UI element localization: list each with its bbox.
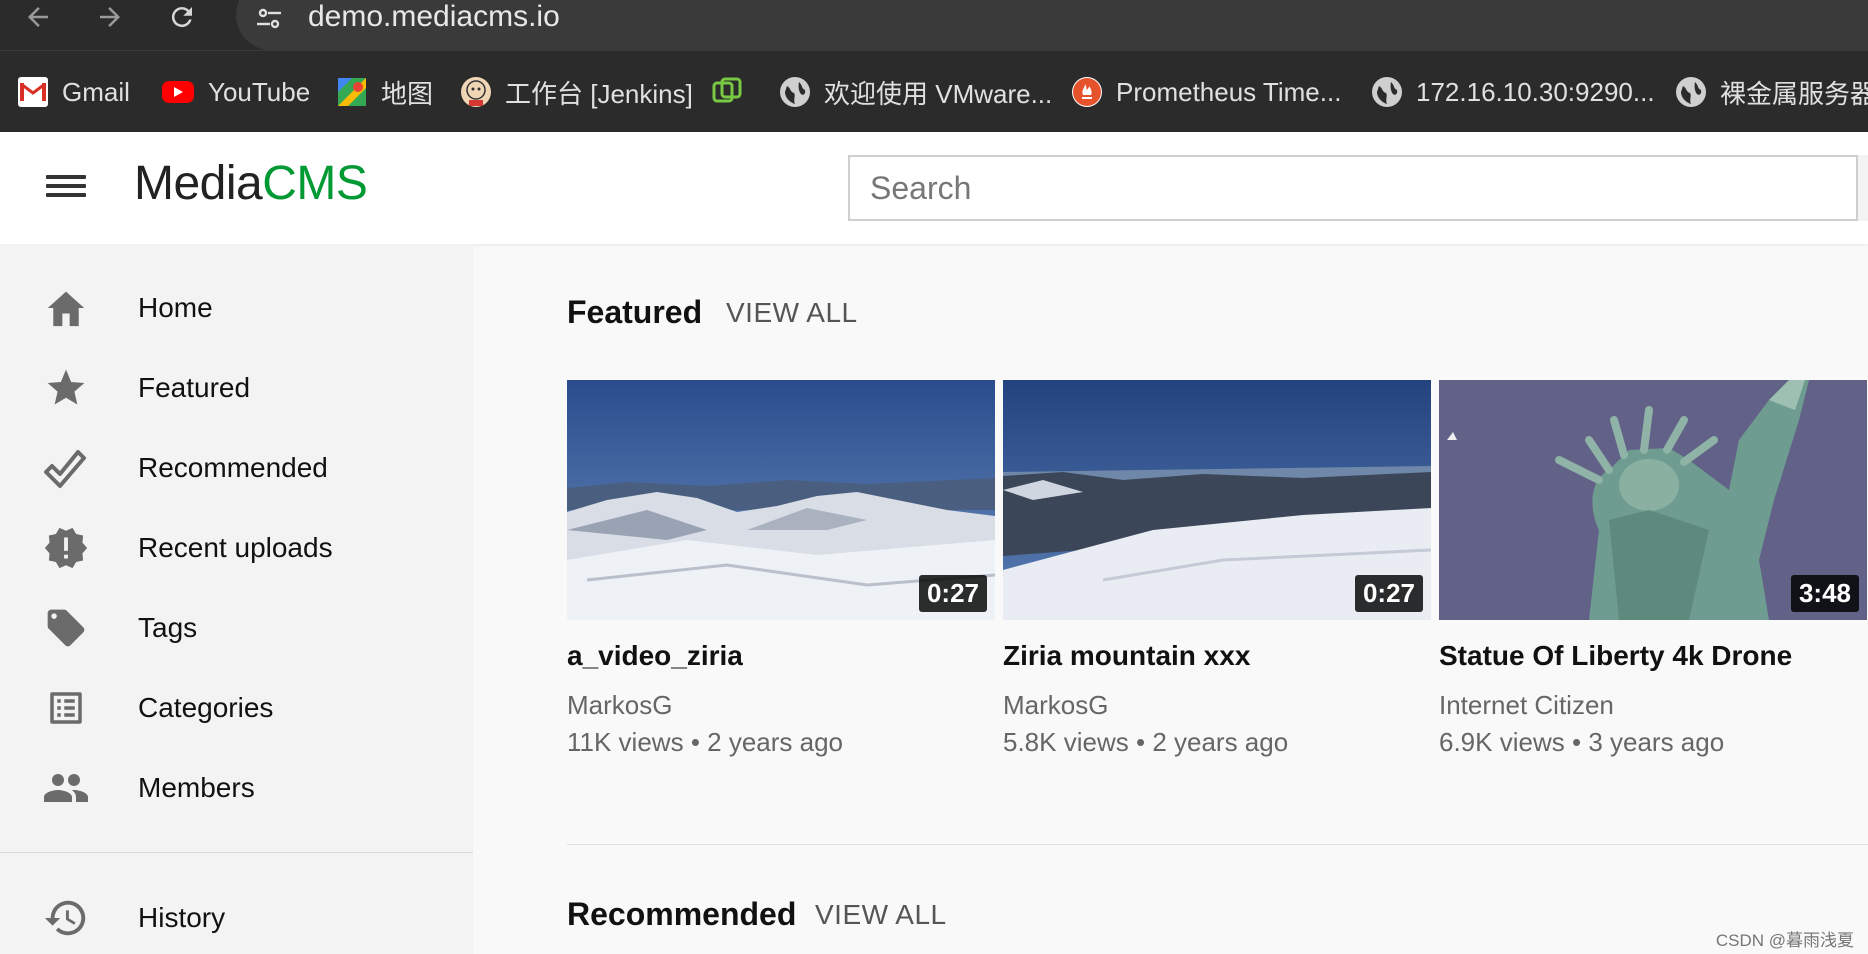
duration-badge: 0:27 [1354,575,1423,612]
sidebar-item-label: Featured [138,372,251,403]
view-count: 6.9K views [1439,727,1565,757]
bookmark-label: 地图 [381,78,434,109]
upload-age: 2 years ago [707,727,844,757]
bookmark-youtube[interactable]: YouTube [162,67,310,117]
section-divider [567,844,1868,845]
sidebar-item-history[interactable]: History [0,883,473,953]
duration-badge: 3:48 [1790,575,1859,612]
globe-icon [780,77,810,107]
sidebar-item-categories[interactable]: Categories [0,673,473,743]
history-icon [40,892,92,944]
sidebar-item-label: Recommended [138,452,328,483]
meta-separator: • [690,727,700,757]
menu-icon[interactable] [44,170,88,206]
video-title[interactable]: a_video_ziria [567,640,995,672]
recommended-title: Recommended [567,896,797,932]
video-title[interactable]: Statue Of Liberty 4k Drone [1439,640,1867,672]
maps-icon [337,77,367,107]
sidebar-item-label: History [138,902,226,933]
globe-icon [1372,77,1402,107]
bookmark-label: 裸金属服务器 [1720,78,1868,109]
watermark: CSDN @暮雨浅夏 [1715,931,1854,950]
bookmark-vmware-welcome[interactable]: 欢迎使用 VMware... [780,67,1052,117]
sidebar-item-tags[interactable]: Tags [0,593,473,663]
bookmark-gmail[interactable]: Gmail [18,67,130,117]
star-icon [40,362,92,414]
vmware-icon [712,77,742,107]
featured-view-all-link[interactable]: VIEW ALL [726,297,858,329]
upload-age: 2 years ago [1152,727,1289,757]
video-thumbnail[interactable]: 3:48 [1439,380,1867,620]
video-card[interactable]: 0:27 a_video_ziria MarkosG 11K views • 2… [567,380,995,758]
sidebar-item-home[interactable]: Home [0,273,473,343]
bookmark-label: 172.16.10.30:9290... [1416,76,1655,107]
bookmark-bare-metal[interactable]: 裸金属服务器 [1676,67,1868,117]
bookmark-label: Prometheus Time... [1116,76,1342,107]
new-badge-icon [40,522,92,574]
bookmark-maps[interactable]: 地图 [337,67,433,117]
logo[interactable]: MediaCMS [134,156,368,211]
home-icon [40,282,92,334]
reload-icon[interactable] [160,0,204,34]
sidebar: Home Featured Recommended Recent uploads… [0,244,473,954]
bookmark-prometheus[interactable]: Prometheus Time... [1072,67,1341,117]
app-header: MediaCMS [0,132,1868,244]
bookmark-label: YouTube [208,76,311,107]
people-icon [40,762,92,814]
video-author[interactable]: MarkosG [567,690,995,721]
forward-arrow-icon[interactable] [88,0,132,34]
sidebar-item-recent-uploads[interactable]: Recent uploads [0,513,473,583]
sidebar-item-label: Home [138,292,213,323]
search-input[interactable] [848,155,1858,221]
bookmark-jenkins[interactable]: 工作台 [Jenkins] [461,67,693,117]
bookmark-label: Gmail [62,76,130,107]
site-settings-icon[interactable] [248,2,290,36]
video-author[interactable]: Internet Citizen [1439,690,1867,721]
youtube-icon [162,81,194,103]
meta-separator: • [1571,727,1582,757]
sidebar-item-recommended[interactable]: Recommended [0,433,473,503]
bookmark-ip-address[interactable]: 172.16.10.30:9290... [1372,67,1655,117]
bookmark-vmware[interactable] [712,67,756,117]
video-thumbnail[interactable]: 0:27 [567,380,995,620]
bookmark-label: 欢迎使用 VMware... [824,78,1053,109]
search-button[interactable] [1856,155,1868,221]
sidebar-item-label: Tags [138,612,198,643]
duration-badge: 0:27 [918,575,987,612]
sidebar-item-label: Categories [138,692,274,723]
list-icon [40,682,92,734]
video-title[interactable]: Ziria mountain xxx [1003,640,1431,672]
video-thumbnail[interactable]: 0:27 [1003,380,1431,620]
check-icon [40,442,92,494]
video-card[interactable]: 0:27 Ziria mountain xxx MarkosG 5.8K vie… [1003,380,1431,758]
prometheus-icon [1072,77,1102,107]
sidebar-item-label: Members [138,772,255,803]
video-meta: 6.9K views • 3 years ago [1439,727,1867,758]
sidebar-divider [0,852,473,853]
view-count: 5.8K views [1003,727,1129,757]
sidebar-item-featured[interactable]: Featured [0,353,473,423]
bookmark-label: 工作台 [Jenkins] [505,78,693,109]
logo-media: Media [134,157,263,210]
video-card[interactable]: 3:48 Statue Of Liberty 4k Drone Internet… [1439,380,1867,758]
globe-icon [1676,77,1706,107]
sidebar-item-label: Recent uploads [138,532,333,563]
back-arrow-icon[interactable] [16,0,60,34]
sidebar-item-members[interactable]: Members [0,753,473,823]
video-meta: 11K views • 2 years ago [567,727,995,758]
video-author[interactable]: MarkosG [1003,690,1431,721]
upload-age: 3 years ago [1588,727,1725,757]
tag-icon [40,602,92,654]
bookmarks-bar: Gmail YouTube 地图 工作台 [Jenkins] 欢迎使用 VMwa… [0,50,1868,132]
view-count: 11K views [567,727,684,757]
jenkins-icon [461,77,491,107]
gmail-icon [18,77,48,107]
logo-cms: CMS [262,157,368,210]
featured-title: Featured [567,294,703,330]
video-meta: 5.8K views • 2 years ago [1003,727,1431,758]
meta-separator: • [1135,727,1146,757]
recommended-view-all-link[interactable]: VIEW ALL [815,899,947,931]
browser-toolbar: demo.mediacms.io [0,0,1868,50]
url-text[interactable]: demo.mediacms.io [308,0,560,34]
